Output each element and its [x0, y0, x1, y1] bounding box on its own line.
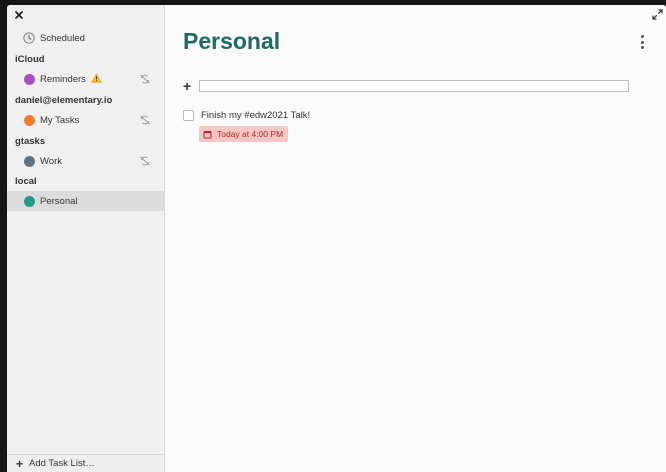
sidebar-item-scheduled[interactable]: Scheduled: [7, 28, 164, 48]
sync-offline-icon: [140, 115, 150, 125]
sidebar: Scheduled iCloud Reminders daniel@elemen…: [7, 5, 165, 472]
sync-offline-icon: [140, 74, 150, 84]
task-checkbox[interactable]: [183, 110, 194, 121]
main-pane: Personal + Finish my #edw2021 Talk! Toda…: [165, 5, 666, 472]
sidebar-item-work[interactable]: Work: [7, 151, 164, 171]
new-task-input[interactable]: [199, 80, 629, 92]
sidebar-item-label: My Tasks: [40, 114, 80, 126]
clock-icon: [23, 32, 35, 44]
sidebar-item-my-tasks[interactable]: My Tasks: [7, 110, 164, 130]
list-color-dot: [24, 114, 35, 126]
source-header-icloud: iCloud: [15, 54, 45, 65]
calendar-icon: [203, 130, 212, 138]
due-date-badge[interactable]: Today at 4:00 PM: [199, 126, 289, 142]
sidebar-item-label: Scheduled: [40, 32, 85, 44]
more-vertical-icon: [640, 35, 644, 38]
source-header-gtasks: gtasks: [15, 136, 46, 147]
add-task-button[interactable]: +: [183, 79, 195, 93]
list-color-dot: [24, 73, 35, 85]
app-window: Scheduled iCloud Reminders daniel@elemen…: [7, 5, 666, 472]
add-task-list-label: Add Task List…: [29, 458, 95, 469]
warning-icon: [90, 73, 102, 83]
add-task-list-button[interactable]: + Add Task List…: [7, 454, 164, 472]
fullscreen-icon[interactable]: [652, 9, 663, 20]
task-row: Finish my #edw2021 Talk!: [183, 110, 310, 121]
source-header-daniel: daniel@elementary.io: [15, 95, 113, 106]
sidebar-item-label: Personal: [40, 195, 78, 207]
sidebar-item-reminders[interactable]: Reminders: [7, 69, 164, 89]
close-icon: [15, 11, 23, 19]
page-title: Personal: [183, 28, 281, 54]
due-date-text: Today at 4:00 PM: [217, 129, 284, 139]
list-color-dot: [24, 155, 35, 167]
menu-button[interactable]: [638, 35, 646, 51]
sync-offline-icon: [140, 156, 150, 166]
new-task-row: +: [183, 79, 629, 93]
task-title[interactable]: Finish my #edw2021 Talk!: [201, 110, 310, 121]
sidebar-item-personal[interactable]: Personal: [7, 191, 164, 211]
source-header-local: local: [15, 176, 37, 187]
close-window-button[interactable]: [14, 10, 26, 22]
plus-icon: +: [16, 456, 24, 471]
sidebar-item-label: Work: [40, 155, 62, 167]
list-color-dot: [24, 195, 35, 207]
sidebar-item-label: Reminders: [40, 74, 86, 85]
